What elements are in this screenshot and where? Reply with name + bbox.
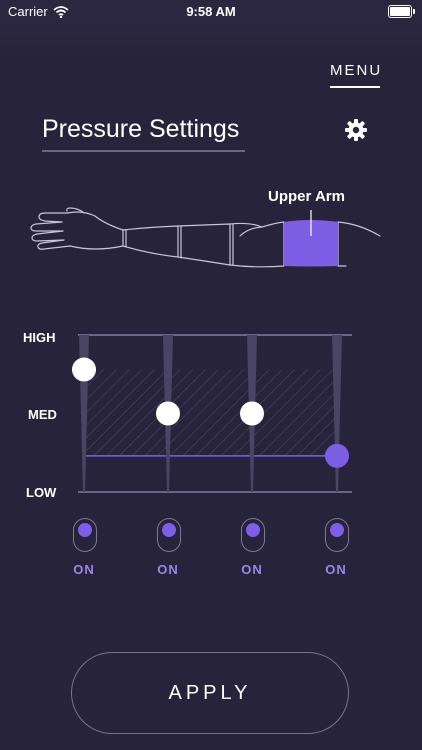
status-time: 9:58 AM <box>186 4 236 19</box>
channel-3-toggle[interactable] <box>241 518 265 552</box>
channel-4-state: ON <box>325 562 347 577</box>
upper-arm-label: Upper Arm <box>268 188 345 205</box>
channel-2-slider-knob[interactable] <box>156 401 180 426</box>
channel-4-toggle[interactable] <box>325 518 349 552</box>
pressure-range-band <box>84 369 337 456</box>
page-title: Pressure Settings <box>42 115 240 143</box>
channel-3-state: ON <box>241 562 263 577</box>
channel-3-slider-knob[interactable] <box>240 401 264 426</box>
pressure-chart <box>72 334 352 493</box>
status-bar: Carrier 9:58 AM <box>0 0 422 22</box>
channel-1-slider-knob[interactable] <box>72 357 96 382</box>
header-band <box>0 22 422 60</box>
battery-icon <box>388 5 415 18</box>
toggle-knob <box>162 523 176 537</box>
title-underline <box>42 150 245 152</box>
gear-icon[interactable] <box>344 118 368 142</box>
toggle-knob <box>246 523 260 537</box>
toggle-knob <box>78 523 92 537</box>
apply-label: APPLY <box>168 681 252 704</box>
menu-button[interactable]: MENU <box>330 62 380 88</box>
channel-1-toggle[interactable] <box>73 518 97 552</box>
channel-2-state: ON <box>157 562 179 577</box>
channel-2-toggle[interactable] <box>157 518 181 552</box>
menu-label: MENU <box>330 62 383 79</box>
apply-button[interactable]: APPLY <box>71 652 349 734</box>
arm-illustration <box>30 207 381 268</box>
toggle-knob <box>330 523 344 537</box>
channel-1-state: ON <box>73 562 95 577</box>
channel-4-slider-knob[interactable] <box>325 443 349 468</box>
